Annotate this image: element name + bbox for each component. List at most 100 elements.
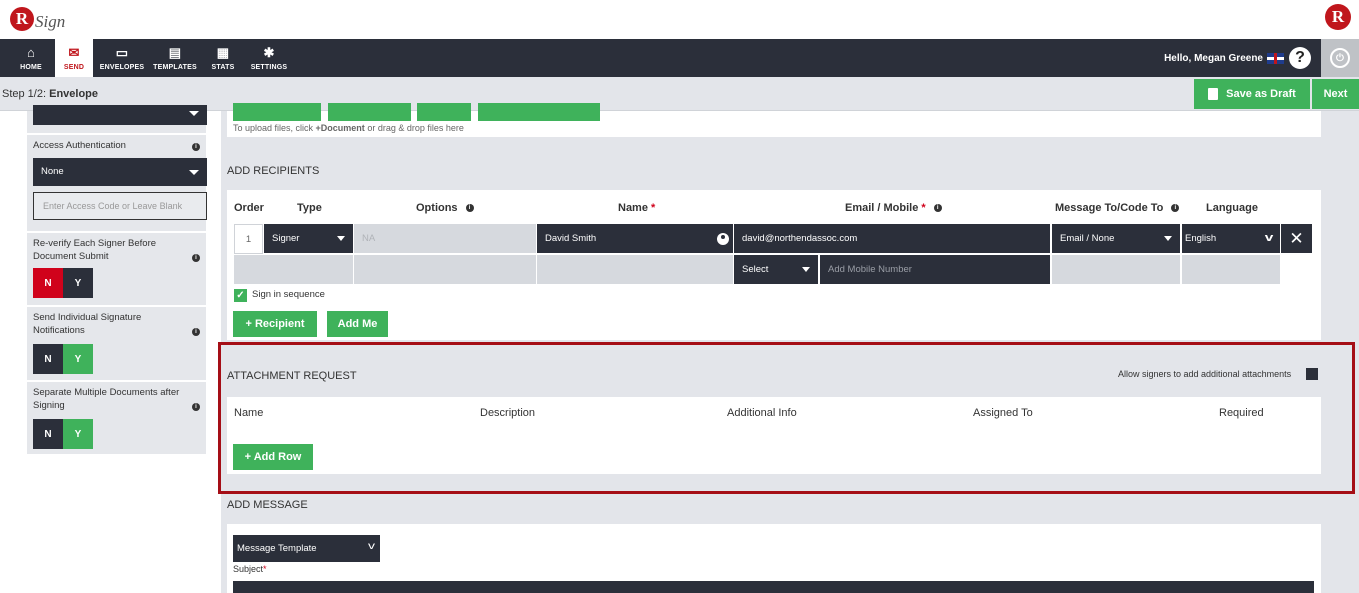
- access-code-input[interactable]: Enter Access Code or Leave Blank: [33, 192, 207, 220]
- previous-setting-section: [27, 105, 207, 133]
- recipients-title: ADD RECIPIENTS: [227, 165, 320, 177]
- nav-templates-label: TEMPLATES: [153, 63, 197, 71]
- nav-send[interactable]: ✉ SEND: [55, 39, 93, 77]
- info-icon[interactable]: i: [465, 204, 474, 213]
- gear-icon: ✱: [263, 44, 275, 60]
- add-me-button[interactable]: Add Me: [327, 311, 388, 337]
- info-icon[interactable]: i: [192, 328, 200, 336]
- message-template-value: Message Template: [237, 543, 317, 554]
- col-message-label: Message To/Code To: [1055, 202, 1164, 214]
- info-icon[interactable]: i: [933, 204, 942, 213]
- subject-label: Subject*: [233, 564, 267, 574]
- info-icon[interactable]: i: [1171, 204, 1180, 213]
- separate-docs-no-button[interactable]: N: [33, 419, 63, 449]
- recipient-language-value: English: [1185, 233, 1217, 244]
- individual-notif-yes-button[interactable]: Y: [63, 344, 93, 374]
- user-greeting: Hello, Megan Greene: [1164, 52, 1263, 64]
- recipient-type-select[interactable]: Signer: [264, 224, 353, 253]
- individual-notif-no-button[interactable]: N: [33, 344, 63, 374]
- inbox-icon: ▭: [115, 44, 129, 60]
- separate-docs-toggle: N Y: [33, 419, 93, 449]
- logout-button[interactable]: ⏻: [1321, 39, 1359, 77]
- access-auth-value: None: [41, 166, 64, 177]
- nav-envelopes[interactable]: ▭ ENVELOPES: [99, 39, 145, 77]
- recipient-name-input[interactable]: David Smith: [537, 224, 733, 253]
- recipient-language-select[interactable]: English v: [1182, 224, 1280, 253]
- templates-icon: ▤: [168, 44, 182, 60]
- add-recipient-button[interactable]: + Recipient: [233, 311, 317, 337]
- save-draft-label: Save as Draft: [1226, 88, 1296, 100]
- step-indicator: Step 1/2: Envelope: [2, 88, 98, 100]
- step-name: Envelope: [49, 88, 99, 100]
- required-mark: *: [263, 564, 267, 574]
- separate-docs-label: Separate Multiple Documents after Signin…: [33, 387, 180, 411]
- remove-recipient-button[interactable]: ✕: [1281, 224, 1312, 253]
- nav-stats[interactable]: ▦ STATS: [205, 39, 241, 77]
- previous-setting-select[interactable]: [33, 105, 207, 125]
- upload-button-1[interactable]: [233, 103, 321, 121]
- recipient-message-select[interactable]: Email / None: [1052, 224, 1180, 253]
- home-icon: ⌂: [26, 44, 36, 60]
- power-icon: ⏻: [1330, 48, 1350, 68]
- required-mark: *: [651, 202, 656, 214]
- mobile-country-value: Select: [742, 264, 769, 275]
- nav-home[interactable]: ⌂ HOME: [12, 39, 50, 77]
- rsign-logo[interactable]: R Sign: [10, 3, 65, 35]
- message-title: ADD MESSAGE: [227, 499, 308, 511]
- nav-settings[interactable]: ✱ SETTINGS: [248, 39, 290, 77]
- col-order: Order: [234, 202, 264, 214]
- reverify-yes-button[interactable]: Y: [63, 268, 93, 298]
- chevron-down-icon: v: [368, 541, 375, 552]
- chevron-down-icon: [189, 111, 199, 116]
- upload-button-4[interactable]: [478, 103, 600, 121]
- access-auth-label: Access Authentication: [33, 140, 126, 151]
- reverify-no-button[interactable]: N: [33, 268, 63, 298]
- nav-envelopes-label: ENVELOPES: [99, 63, 145, 71]
- next-button[interactable]: Next: [1312, 79, 1359, 109]
- envelope-icon: ✉: [68, 44, 80, 60]
- col-name: Name *: [618, 202, 655, 214]
- mobile-country-select[interactable]: Select: [734, 255, 818, 284]
- upload-button-3[interactable]: [417, 103, 471, 121]
- sign-in-sequence-checkbox[interactable]: ✓: [234, 289, 247, 302]
- contact-icon[interactable]: [717, 233, 729, 245]
- info-icon[interactable]: i: [192, 143, 200, 151]
- nav-stats-label: STATS: [211, 63, 235, 71]
- recipient-row2-left: [234, 255, 353, 284]
- step-prefix: Step 1/2:: [2, 88, 47, 100]
- subject-input[interactable]: [233, 581, 1314, 593]
- document-icon: [1208, 88, 1219, 100]
- recipient-order[interactable]: 1: [234, 224, 263, 254]
- col-type: Type: [297, 202, 322, 214]
- chevron-down-icon: [189, 170, 199, 175]
- close-icon: ✕: [1289, 228, 1304, 248]
- individual-notif-toggle: N Y: [33, 344, 93, 374]
- chevron-down-icon: [337, 236, 345, 241]
- save-draft-button[interactable]: Save as Draft: [1194, 79, 1310, 109]
- col-email: Email / Mobile * i: [845, 202, 942, 214]
- main-nav: ⌂ HOME ✉ SEND ▭ ENVELOPES ▤ TEMPLATES ▦ …: [0, 39, 1359, 77]
- recipient-email-input[interactable]: david@northendassoc.com: [734, 224, 1050, 253]
- sign-in-sequence-label: Sign in sequence: [252, 289, 325, 300]
- help-icon[interactable]: ?: [1289, 47, 1311, 69]
- mobile-number-input[interactable]: Add Mobile Number: [820, 255, 1050, 284]
- nav-templates[interactable]: ▤ TEMPLATES: [152, 39, 198, 77]
- chevron-down-icon: [802, 267, 810, 272]
- upload-hint: To upload files, click +Document or drag…: [233, 123, 464, 133]
- nav-user-area: Hello, Megan Greene ? ⏻: [1164, 39, 1359, 77]
- separate-docs-yes-button[interactable]: Y: [63, 419, 93, 449]
- col-options: Options i: [416, 202, 474, 214]
- uk-flag-icon[interactable]: [1267, 52, 1284, 64]
- col-name-label: Name: [618, 202, 648, 214]
- access-auth-section: Access Authentication i None Enter Acces…: [27, 135, 207, 231]
- message-template-select[interactable]: Message Template v: [233, 535, 380, 562]
- info-icon[interactable]: i: [192, 403, 200, 411]
- nav-settings-label: SETTINGS: [250, 63, 288, 71]
- upload-button-2[interactable]: [328, 103, 411, 121]
- recipient-row2-name: [537, 255, 733, 284]
- nav-home-label: HOME: [20, 63, 42, 71]
- upload-hint-prefix: To upload files, click: [233, 123, 316, 133]
- info-icon[interactable]: i: [192, 254, 200, 262]
- brand-logo-right: R: [1325, 4, 1351, 30]
- access-auth-select[interactable]: None: [33, 158, 207, 186]
